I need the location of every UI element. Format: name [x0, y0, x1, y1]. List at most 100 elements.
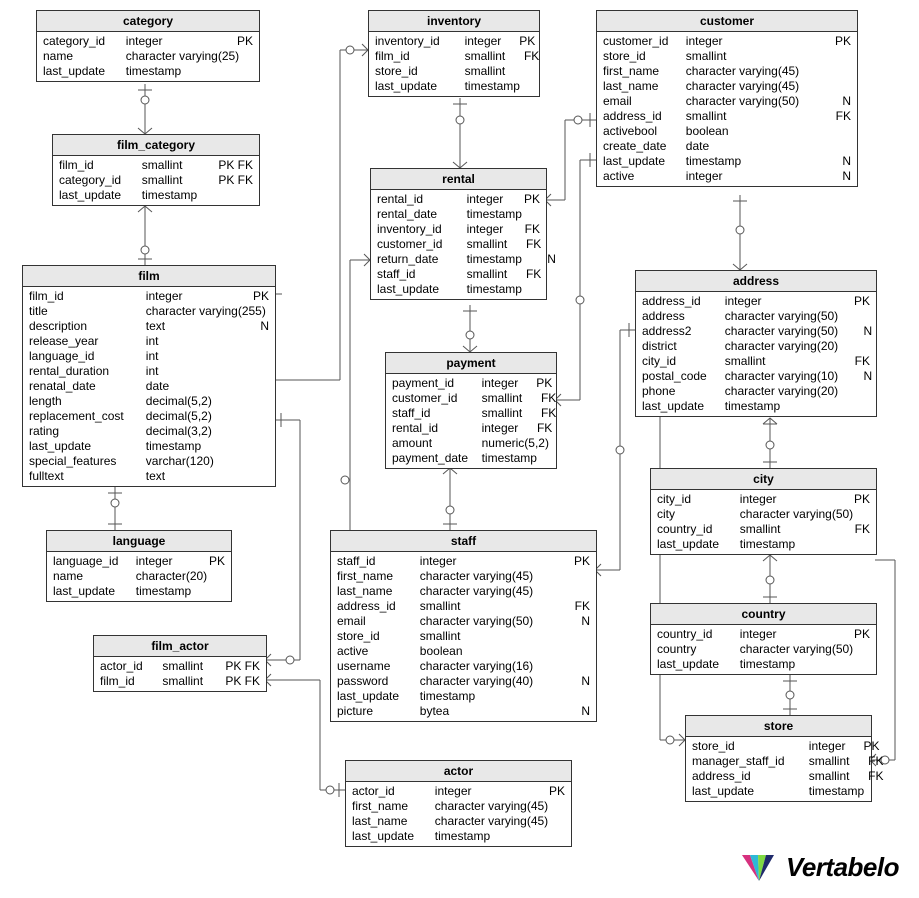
column-row: film_idsmallintPK FK [100, 674, 260, 689]
column-row: first_namecharacter varying(45) [337, 569, 590, 584]
column-row: film_idsmallintFK [375, 49, 533, 64]
column-row: namecharacter(20) [53, 569, 225, 584]
entity-columns: film_idintegerPKtitlecharacter varying(2… [23, 287, 275, 486]
column-row: last_updatetimestamp [29, 439, 269, 454]
column-row: payment_idintegerPK [392, 376, 550, 391]
column-row: store_idsmallint [375, 64, 533, 79]
column-row: phonecharacter varying(20) [642, 384, 870, 399]
entity-columns: language_idintegerPKnamecharacter(20)las… [47, 552, 231, 601]
logo-text: Vertabelo [786, 852, 899, 883]
entity-category: categorycategory_idintegerPKnamecharacte… [36, 10, 260, 82]
column-row: store_idintegerPK [692, 739, 865, 754]
column-row: actor_idintegerPK [352, 784, 565, 799]
column-row: rental_idintegerFK [392, 421, 550, 436]
entity-city: citycity_idintegerPKcitycharacter varyin… [650, 468, 877, 555]
entity-rental: rentalrental_idintegerPKrental_datetimes… [370, 168, 547, 300]
entity-columns: actor_idsmallintPK FKfilm_idsmallintPK F… [94, 657, 266, 691]
column-row: titlecharacter varying(255) [29, 304, 269, 319]
entity-film-category: film_categoryfilm_idsmallintPK FKcategor… [52, 134, 260, 206]
entity-columns: store_idintegerPKmanager_staff_idsmallin… [686, 737, 871, 801]
entity-address: addressaddress_idintegerPKaddresscharact… [635, 270, 877, 417]
entity-actor: actoractor_idintegerPKfirst_namecharacte… [345, 760, 572, 847]
column-row: picturebyteaN [337, 704, 590, 719]
column-row: customer_idintegerPK [603, 34, 851, 49]
column-row: city_idsmallintFK [642, 354, 870, 369]
entity-columns: actor_idintegerPKfirst_namecharacter var… [346, 782, 571, 846]
column-row: category_idintegerPK [43, 34, 253, 49]
column-row: first_namecharacter varying(45) [352, 799, 565, 814]
entity-columns: category_idintegerPKnamecharacter varyin… [37, 32, 259, 81]
entity-title: film_actor [94, 636, 266, 657]
column-row: citycharacter varying(50) [657, 507, 870, 522]
column-row: activeboolboolean [603, 124, 851, 139]
column-row: lengthdecimal(5,2) [29, 394, 269, 409]
column-row: last_updatetimestamp [692, 784, 865, 799]
entity-columns: inventory_idintegerPKfilm_idsmallintFKst… [369, 32, 539, 96]
column-row: ratingdecimal(3,2) [29, 424, 269, 439]
column-row: language_idint [29, 349, 269, 364]
entity-language: languagelanguage_idintegerPKnamecharacte… [46, 530, 232, 602]
column-row: address_idsmallintFK [337, 599, 590, 614]
entity-columns: country_idintegerPKcountrycharacter vary… [651, 625, 876, 674]
column-row: rental_idintegerPK [377, 192, 540, 207]
column-row: customer_idsmallintFK [392, 391, 550, 406]
column-row: last_namecharacter varying(45) [603, 79, 851, 94]
column-row: release_yearint [29, 334, 269, 349]
entity-columns: payment_idintegerPKcustomer_idsmallintFK… [386, 374, 556, 468]
column-row: last_updatetimestamp [375, 79, 533, 94]
column-row: staff_idsmallintFK [377, 267, 540, 282]
column-row: districtcharacter varying(20) [642, 339, 870, 354]
column-row: last_updatetimestamp [657, 657, 870, 672]
entity-title: language [47, 531, 231, 552]
column-row: descriptiontextN [29, 319, 269, 334]
column-row: payment_datetimestamp [392, 451, 550, 466]
column-row: fulltexttext [29, 469, 269, 484]
column-row: return_datetimestampN [377, 252, 540, 267]
entity-title: film [23, 266, 275, 287]
entity-payment: paymentpayment_idintegerPKcustomer_idsma… [385, 352, 557, 469]
column-row: replacement_costdecimal(5,2) [29, 409, 269, 424]
column-row: rental_datetimestamp [377, 207, 540, 222]
column-row: film_idintegerPK [29, 289, 269, 304]
entity-title: country [651, 604, 876, 625]
entity-title: store [686, 716, 871, 737]
column-row: customer_idsmallintFK [377, 237, 540, 252]
column-row: inventory_idintegerPK [375, 34, 533, 49]
column-row: first_namecharacter varying(45) [603, 64, 851, 79]
column-row: last_updatetimestamp [59, 188, 253, 203]
entity-title: inventory [369, 11, 539, 32]
column-row: staff_idsmallintFK [392, 406, 550, 421]
entity-country: countrycountry_idintegerPKcountrycharact… [650, 603, 877, 675]
column-row: inventory_idintegerFK [377, 222, 540, 237]
column-row: create_datedate [603, 139, 851, 154]
column-row: store_idsmallint [337, 629, 590, 644]
column-row: special_featuresvarchar(120) [29, 454, 269, 469]
entity-film: filmfilm_idintegerPKtitlecharacter varyi… [22, 265, 276, 487]
column-row: rental_durationint [29, 364, 269, 379]
column-row: store_idsmallint [603, 49, 851, 64]
entity-title: address [636, 271, 876, 292]
column-row: passwordcharacter varying(40)N [337, 674, 590, 689]
column-row: film_idsmallintPK FK [59, 158, 253, 173]
entity-columns: address_idintegerPKaddresscharacter vary… [636, 292, 876, 416]
entity-store: storestore_idintegerPKmanager_staff_idsm… [685, 715, 872, 802]
entity-title: city [651, 469, 876, 490]
entity-staff: staffstaff_idintegerPKfirst_namecharacte… [330, 530, 597, 722]
column-row: namecharacter varying(25) [43, 49, 253, 64]
entity-columns: staff_idintegerPKfirst_namecharacter var… [331, 552, 596, 721]
entity-columns: customer_idintegerPKstore_idsmallintfirs… [597, 32, 857, 186]
entity-title: film_category [53, 135, 259, 156]
logo-icon [740, 853, 778, 883]
column-row: renatal_datedate [29, 379, 269, 394]
column-row: emailcharacter varying(50)N [337, 614, 590, 629]
entity-title: payment [386, 353, 556, 374]
column-row: last_namecharacter varying(45) [337, 584, 590, 599]
column-row: last_updatetimestamp [43, 64, 253, 79]
entity-columns: film_idsmallintPK FKcategory_idsmallintP… [53, 156, 259, 205]
entity-inventory: inventoryinventory_idintegerPKfilm_idsma… [368, 10, 540, 97]
entity-columns: city_idintegerPKcitycharacter varying(50… [651, 490, 876, 554]
column-row: actor_idsmallintPK FK [100, 659, 260, 674]
entity-customer: customercustomer_idintegerPKstore_idsmal… [596, 10, 858, 187]
column-row: city_idintegerPK [657, 492, 870, 507]
column-row: usernamecharacter varying(16) [337, 659, 590, 674]
